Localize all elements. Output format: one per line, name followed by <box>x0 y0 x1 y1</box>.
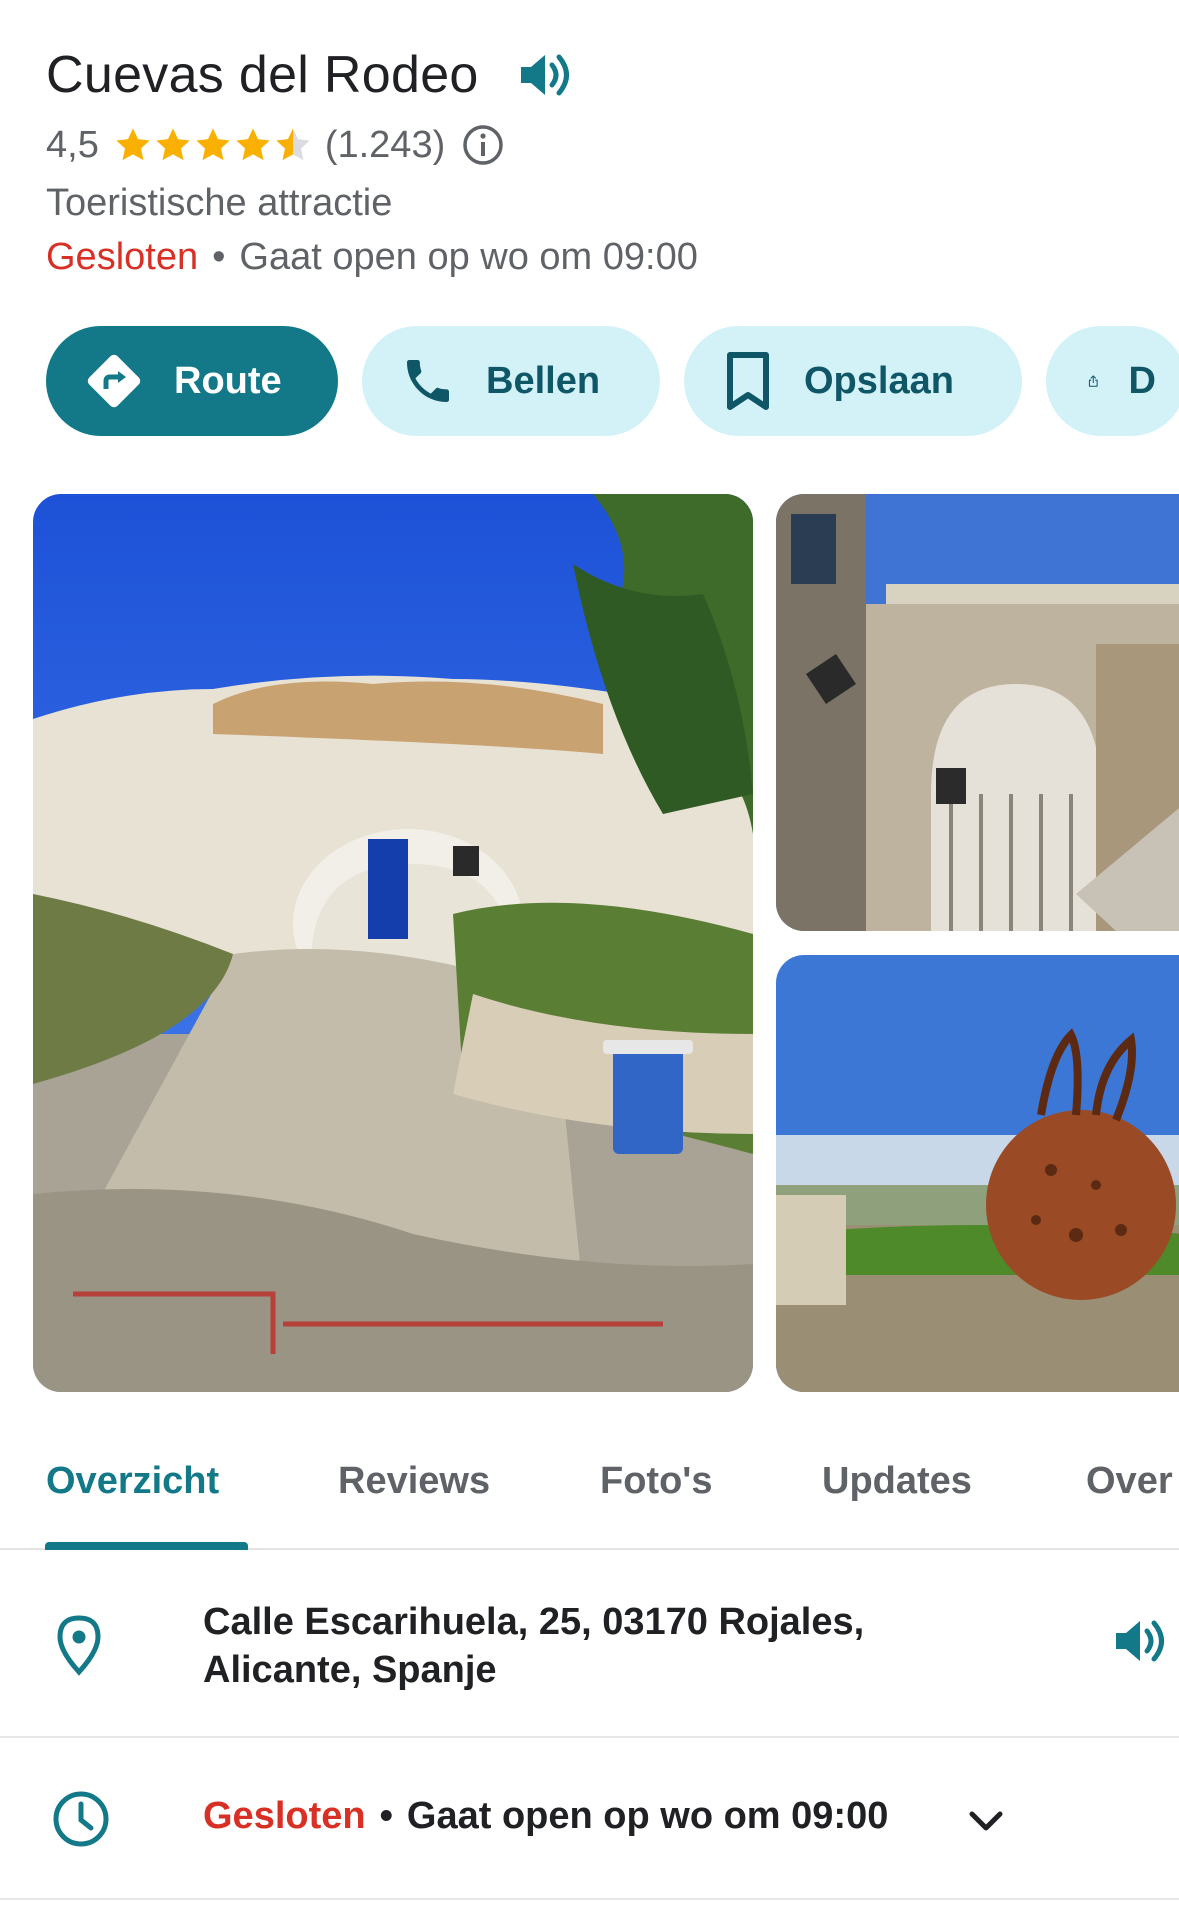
save-label: Opslaan <box>804 359 954 402</box>
route-label: Route <box>174 359 282 402</box>
info-icon[interactable] <box>461 123 505 167</box>
half-star-icon <box>276 128 310 161</box>
place-category: Toeristische attractie <box>46 182 393 224</box>
tab-updates[interactable]: Updates <box>822 1460 972 1503</box>
rating-stars <box>113 125 313 165</box>
chevron-down-icon[interactable] <box>966 1806 1006 1836</box>
speaker-icon[interactable] <box>1112 1616 1166 1671</box>
tab-about[interactable]: Over <box>1086 1460 1173 1503</box>
phone-icon <box>407 360 449 402</box>
tab-reviews[interactable]: Reviews <box>338 1460 490 1503</box>
photo-cave-entrance[interactable] <box>33 494 753 1392</box>
rating-value: 4,5 <box>46 123 99 166</box>
photo-mosaic-gate[interactable] <box>776 494 1179 931</box>
tab-overview[interactable]: Overzicht <box>46 1460 219 1503</box>
review-count[interactable]: (1.243) <box>325 124 445 167</box>
address-line-2: Alicante, Spanje <box>203 1649 497 1691</box>
save-button[interactable]: Opslaan <box>684 326 1022 436</box>
open-status[interactable]: Gesloten • Gaat open op wo om 09:00 <box>46 232 1146 282</box>
active-tab-indicator <box>45 1542 248 1550</box>
star-icon <box>156 128 190 161</box>
speaker-icon[interactable] <box>517 47 573 103</box>
separator-dot: • <box>379 1795 393 1837</box>
location-pin-icon <box>57 1615 101 1676</box>
hours-info: Gaat open op wo om 09:00 <box>406 1795 889 1837</box>
address-row[interactable]: Calle Escarihuela, 25, 03170 Rojales, Al… <box>0 1552 1179 1738</box>
hours-closed-label: Gesloten <box>203 1795 366 1837</box>
call-button[interactable]: Bellen <box>362 326 660 436</box>
star-icon <box>196 128 230 161</box>
star-icon <box>236 128 270 161</box>
hours-row[interactable]: Gesloten • Gaat open op wo om 09:00 <box>0 1740 1179 1900</box>
tab-bar: Overzicht Reviews Foto's Updates Over <box>0 1440 1179 1550</box>
share-button[interactable]: D <box>1046 326 1179 436</box>
call-label: Bellen <box>486 359 601 402</box>
closed-label: Gesloten <box>46 236 199 278</box>
action-buttons: Route Bellen Opslaan D <box>46 326 1179 436</box>
directions-icon <box>87 354 141 408</box>
place-title: Cuevas del Rodeo <box>46 46 479 104</box>
share-label: D <box>1128 359 1156 402</box>
star-icon <box>116 128 150 161</box>
tab-photos[interactable]: Foto's <box>600 1460 712 1503</box>
route-button[interactable]: Route <box>46 326 338 436</box>
bookmark-icon <box>727 352 769 410</box>
opening-info: Gaat open op wo om 09:00 <box>239 236 698 278</box>
clock-icon <box>53 1791 109 1847</box>
share-icon <box>1088 375 1098 387</box>
address-line-1: Calle Escarihuela, 25, 03170 Rojales, <box>203 1601 865 1643</box>
photo-sphere-sculpture[interactable] <box>776 955 1179 1392</box>
place-header: Cuevas del Rodeo 4,5 (1.243) Toeristisch… <box>46 42 1146 282</box>
separator-dot: • <box>212 236 226 278</box>
rating-row[interactable]: 4,5 (1.243) <box>46 120 1146 170</box>
